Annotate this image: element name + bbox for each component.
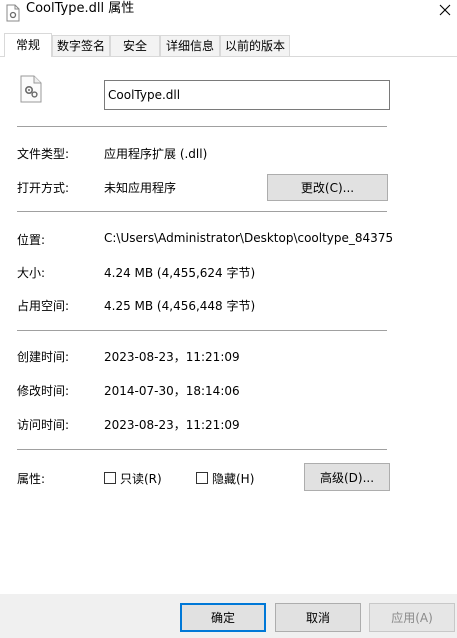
change-button[interactable]: 更改(C)... <box>267 174 388 201</box>
tab-security[interactable]: 安全 <box>110 35 160 56</box>
hidden-checkbox[interactable] <box>196 472 208 484</box>
separator <box>17 126 387 127</box>
modified-label: 修改时间: <box>17 384 70 398</box>
ok-button[interactable]: 确定 <box>180 603 266 632</box>
readonly-checkbox[interactable] <box>104 472 116 484</box>
location-value: C:\Users\Administrator\Desktop\cooltype_… <box>104 231 394 245</box>
file-type-value: 应用程序扩展 (.dll) <box>104 147 208 161</box>
location-label: 位置: <box>17 233 46 247</box>
tab-general[interactable]: 常规 <box>4 33 52 57</box>
separator <box>17 330 387 331</box>
opens-with-value: 未知应用程序 <box>104 181 177 195</box>
title-bar: CoolType.dll 属性 <box>0 0 457 30</box>
dll-file-icon <box>20 75 42 103</box>
modified-value: 2014-07-30，18:14:06 <box>104 384 240 398</box>
tab-digital-signatures[interactable]: 数字签名 <box>52 35 110 56</box>
created-value: 2023-08-23，11:21:09 <box>104 350 240 364</box>
advanced-button[interactable]: 高级(D)... <box>304 463 390 491</box>
opens-with-label: 打开方式: <box>17 181 70 195</box>
separator <box>17 449 387 450</box>
accessed-label: 访问时间: <box>17 418 70 432</box>
apply-button[interactable]: 应用(A) <box>369 603 455 632</box>
attributes-label: 属性: <box>17 472 46 486</box>
dll-file-icon <box>6 4 20 22</box>
size-value: 4.24 MB (4,455,624 字节) <box>104 266 256 280</box>
size-on-disk-label: 占用空间: <box>17 299 70 313</box>
size-label: 大小: <box>17 266 46 280</box>
cancel-button[interactable]: 取消 <box>275 603 361 632</box>
general-panel <box>0 56 457 594</box>
file-type-label: 文件类型: <box>17 147 70 161</box>
size-on-disk-value: 4.25 MB (4,456,448 字节) <box>104 299 256 313</box>
created-label: 创建时间: <box>17 350 70 364</box>
readonly-label[interactable]: 只读(R) <box>120 470 162 487</box>
file-name-input[interactable] <box>104 80 390 110</box>
tab-details[interactable]: 详细信息 <box>160 35 220 56</box>
hidden-label[interactable]: 隐藏(H) <box>212 470 254 487</box>
window-title: CoolType.dll 属性 <box>26 1 135 16</box>
tab-previous-versions[interactable]: 以前的版本 <box>220 35 290 56</box>
accessed-value: 2023-08-23，11:21:09 <box>104 418 240 432</box>
close-icon[interactable] <box>432 0 457 20</box>
separator <box>17 211 387 212</box>
